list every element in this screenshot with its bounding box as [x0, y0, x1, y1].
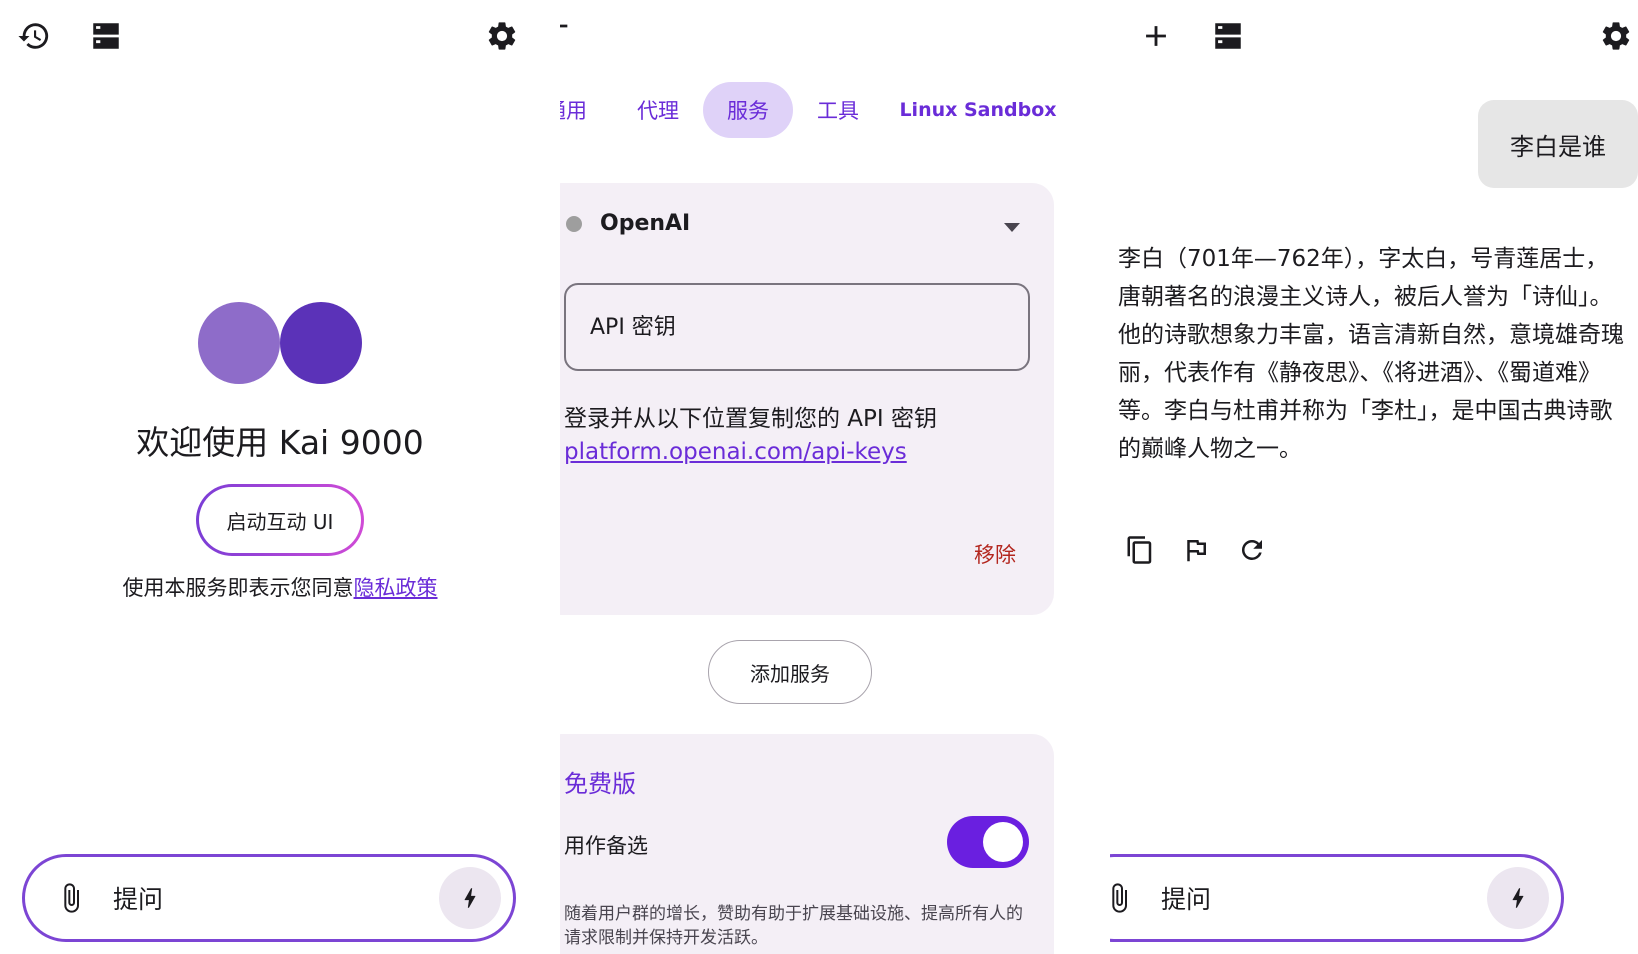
gear-icon	[1602, 22, 1630, 50]
api-key-hint: 登录并从以下位置复制您的 API 密钥	[564, 406, 938, 432]
service-card-openai: OpenAI 登录并从以下位置复制您的 API 密钥 platform.open…	[560, 183, 1054, 615]
copy-button[interactable]	[1120, 530, 1160, 570]
history-icon	[18, 23, 49, 49]
toggle-knob	[983, 822, 1023, 862]
user-message-bubble: 李白是谁	[1478, 100, 1638, 188]
settings-panel: 通用 代理 服务 工具 Linux Sandbox OpenAI 登录并从以下位…	[560, 0, 1100, 954]
chat-server-button[interactable]	[1206, 14, 1250, 58]
privacy-policy-link[interactable]: 隐私政策	[354, 576, 438, 600]
bolt-icon	[464, 888, 476, 908]
remove-service-button[interactable]: 移除	[974, 539, 1016, 569]
settings-button[interactable]	[480, 14, 524, 58]
regenerate-button[interactable]	[1232, 530, 1272, 570]
message-actions	[1120, 530, 1272, 570]
bolt-icon	[1512, 888, 1524, 908]
chat-attach-button[interactable]	[1110, 878, 1139, 918]
use-as-backup-toggle[interactable]	[947, 816, 1029, 868]
chat-ask-placeholder: 提问	[1161, 885, 1212, 914]
free-plan-card: 免费版 用作备选 随着用户群的增长，赞助有助于扩展基础设施、提高所有人的请求限制…	[560, 734, 1054, 954]
back-button[interactable]	[560, 4, 578, 48]
chat-panel: 李白是谁 李白（701年—762年），字太白，号青莲居士，唐朝著名的浪漫主义诗人…	[1110, 0, 1638, 954]
back-arrow-icon	[560, 24, 568, 28]
new-chat-button[interactable]	[1134, 14, 1178, 58]
terms-notice: 使用本服务即表示您同意隐私政策	[0, 572, 560, 602]
add-service-button[interactable]: 添加服务	[708, 640, 872, 704]
tab-tools[interactable]: 工具	[806, 82, 870, 138]
refresh-icon	[1241, 540, 1262, 560]
gear-icon	[488, 22, 516, 50]
welcome-panel: 欢迎使用 Kai 9000 启动互动 UI 使用本服务即表示您同意隐私政策 提问	[0, 0, 560, 954]
use-as-backup-label: 用作备选	[564, 834, 648, 858]
service-status-dot	[566, 215, 582, 232]
settings-tabs: 通用 代理 服务 工具 Linux Sandbox	[560, 82, 1100, 138]
api-keys-link[interactable]: platform.openai.com/api-keys	[564, 439, 907, 465]
attach-button[interactable]	[51, 878, 91, 918]
service-header: OpenAI	[566, 211, 690, 236]
copy-icon	[1127, 536, 1152, 564]
service-dropdown-caret[interactable]	[1004, 223, 1020, 232]
terms-text: 使用本服务即表示您同意	[122, 576, 354, 600]
chat-settings-button[interactable]	[1594, 14, 1638, 58]
launch-button-label: 启动互动 UI	[199, 487, 361, 553]
paperclip-icon	[64, 883, 79, 913]
tab-general[interactable]: 通用	[560, 82, 596, 138]
flag-icon	[1187, 540, 1206, 562]
plus-icon	[1146, 26, 1166, 46]
server-button[interactable]	[84, 14, 128, 58]
history-button[interactable]	[12, 14, 56, 58]
welcome-title: 欢迎使用 Kai 9000	[136, 423, 424, 462]
api-key-field[interactable]	[564, 283, 1030, 371]
tab-agent[interactable]: 代理	[626, 82, 690, 138]
free-plan-title: 免费版	[564, 770, 636, 798]
server-icon	[93, 23, 119, 49]
service-name: OpenAI	[600, 211, 691, 236]
quick-send-button[interactable]	[439, 867, 501, 929]
chat-quick-send-button[interactable]	[1487, 867, 1549, 929]
assistant-message: 李白（701年—762年），字太白，号青莲居士，唐朝著名的浪漫主义诗人，被后人誉…	[1118, 246, 1624, 462]
server-icon	[1215, 23, 1241, 49]
free-plan-description: 随着用户群的增长，赞助有助于扩展基础设施、提高所有人的请求限制并保持开发活跃。	[564, 904, 1023, 948]
paperclip-icon	[1112, 883, 1127, 913]
tab-services[interactable]: 服务	[703, 82, 793, 138]
ask-placeholder: 提问	[113, 885, 164, 914]
report-button[interactable]	[1176, 530, 1216, 570]
ask-input-bar[interactable]: 提问	[22, 854, 516, 942]
tab-linux-sandbox[interactable]: Linux Sandbox	[898, 82, 1058, 138]
app-logo	[198, 302, 364, 384]
launch-interactive-ui-button[interactable]: 启动互动 UI	[196, 484, 364, 556]
chat-ask-input-bar[interactable]: 提问	[1110, 854, 1564, 942]
